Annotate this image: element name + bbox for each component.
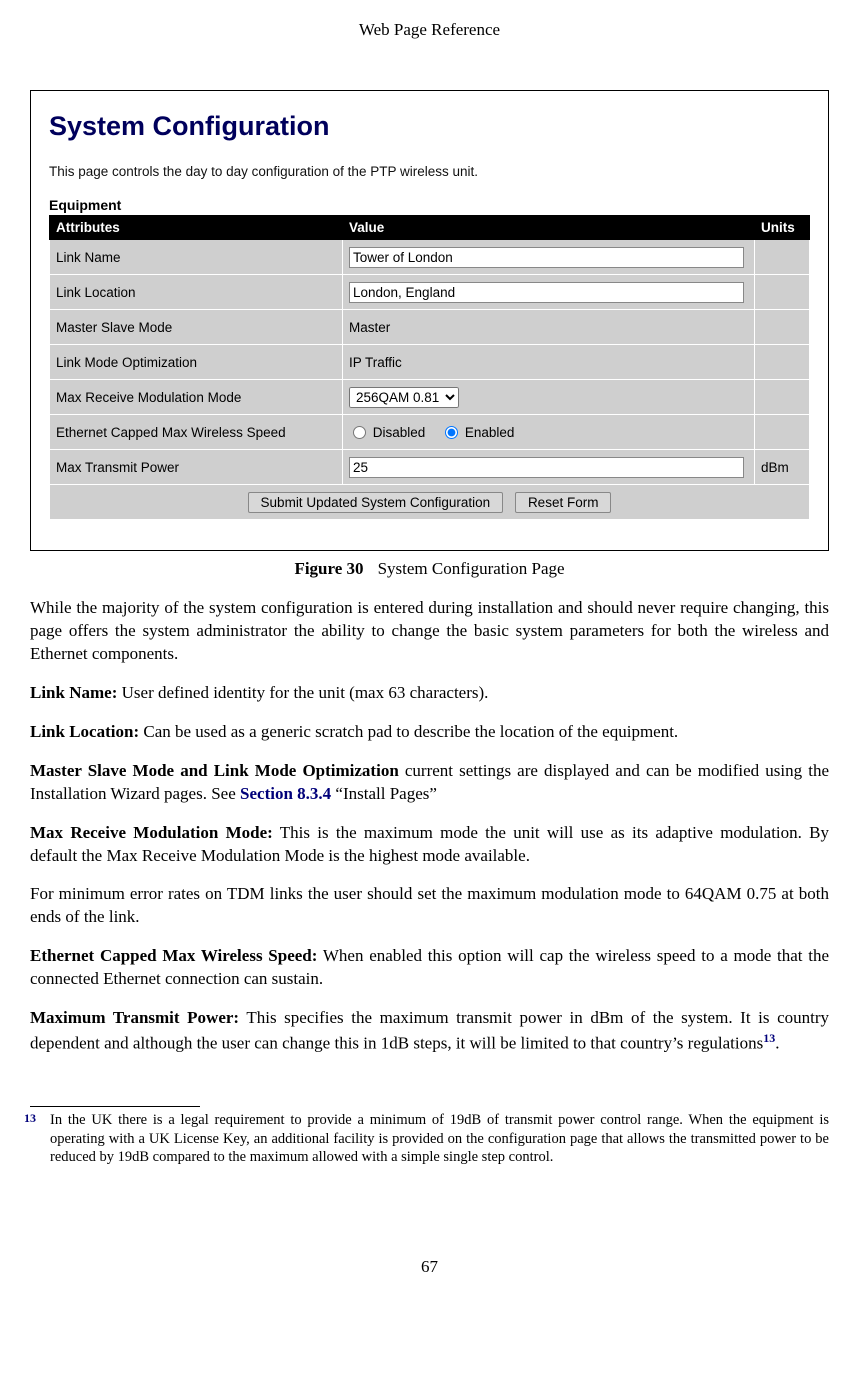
attr-link-name: Link Name (50, 240, 343, 275)
link-name-text: User defined identity for the unit (max … (117, 683, 488, 702)
attr-link-mode-opt: Link Mode Optimization (50, 345, 343, 380)
table-row: Max Transmit Power dBm (50, 450, 810, 485)
table-row: Link Mode Optimization IP Traffic (50, 345, 810, 380)
unit-max-rx-mod (755, 380, 810, 415)
link-location-term: Link Location: (30, 722, 139, 741)
max-rx-mod-select[interactable]: 256QAM 0.81 (349, 387, 459, 408)
link-name-term: Link Name: (30, 683, 117, 702)
eth-enabled-label: Enabled (465, 425, 515, 440)
footnote-text: In the UK there is a legal requirement t… (50, 1112, 829, 1166)
eth-paragraph: Ethernet Capped Max Wireless Speed: When… (30, 945, 829, 991)
max-rx-paragraph: Max Receive Modulation Mode: This is the… (30, 822, 829, 868)
equipment-label: Equipment (49, 197, 810, 213)
footnote: 13 In the UK there is a legal requiremen… (30, 1111, 829, 1168)
th-units: Units (755, 216, 810, 240)
mslm-text2: “Install Pages” (331, 784, 437, 803)
eth-term: Ethernet Capped Max Wireless Speed: (30, 946, 317, 965)
submit-button[interactable]: Submit Updated System Configuration (248, 492, 504, 513)
page-header: Web Page Reference (30, 20, 829, 40)
tdm-paragraph: For minimum error rates on TDM links the… (30, 883, 829, 929)
value-link-mode-opt: IP Traffic (343, 345, 755, 380)
unit-max-tx-power: dBm (755, 450, 810, 485)
unit-link-location (755, 275, 810, 310)
footnote-ref[interactable]: 13 (763, 1031, 775, 1045)
th-value: Value (343, 216, 755, 240)
value-master-slave: Master (343, 310, 755, 345)
table-row: Link Location (50, 275, 810, 310)
table-row: Master Slave Mode Master (50, 310, 810, 345)
footnote-rule (30, 1106, 200, 1107)
table-row: Link Name (50, 240, 810, 275)
link-name-paragraph: Link Name: User defined identity for the… (30, 682, 829, 705)
unit-link-mode-opt (755, 345, 810, 380)
attr-eth-capped: Ethernet Capped Max Wireless Speed (50, 415, 343, 450)
page-number: 67 (30, 1257, 829, 1277)
figure-caption-text: System Configuration Page (378, 559, 565, 578)
maxtx-paragraph: Maximum Transmit Power: This specifies t… (30, 1007, 829, 1056)
mslm-term: Master Slave Mode and Link Mode Optimiza… (30, 761, 399, 780)
attr-link-location: Link Location (50, 275, 343, 310)
reset-button[interactable]: Reset Form (515, 492, 612, 513)
unit-link-name (755, 240, 810, 275)
button-row: Submit Updated System Configuration Rese… (50, 485, 810, 520)
mslm-paragraph: Master Slave Mode and Link Mode Optimiza… (30, 760, 829, 806)
eth-enabled-radio[interactable] (445, 426, 458, 439)
intro-paragraph: While the majority of the system configu… (30, 597, 829, 666)
section-xref[interactable]: Section 8.3.4 (240, 784, 331, 803)
maxtx-term: Maximum Transmit Power: (30, 1008, 239, 1027)
attr-master-slave: Master Slave Mode (50, 310, 343, 345)
maxtx-text2: . (775, 1034, 779, 1053)
unit-master-slave (755, 310, 810, 345)
th-attributes: Attributes (50, 216, 343, 240)
config-description: This page controls the day to day config… (49, 164, 810, 179)
table-row: Max Receive Modulation Mode 256QAM 0.81 (50, 380, 810, 415)
max-rx-term: Max Receive Modulation Mode: (30, 823, 273, 842)
link-location-input[interactable] (349, 282, 744, 303)
attr-max-tx-power: Max Transmit Power (50, 450, 343, 485)
eth-disabled-label: Disabled (373, 425, 426, 440)
footnote-mark: 13 (24, 1111, 36, 1127)
figure-label: Figure 30 (294, 559, 363, 578)
config-title: System Configuration (49, 111, 810, 142)
eth-disabled-radio[interactable] (353, 426, 366, 439)
link-name-input[interactable] (349, 247, 744, 268)
figure-frame: System Configuration This page controls … (30, 90, 829, 551)
eth-disabled-option[interactable]: Disabled (349, 425, 429, 440)
unit-eth-capped (755, 415, 810, 450)
eth-enabled-option[interactable]: Enabled (441, 425, 514, 440)
table-row: Ethernet Capped Max Wireless Speed Disab… (50, 415, 810, 450)
link-location-text: Can be used as a generic scratch pad to … (139, 722, 678, 741)
link-location-paragraph: Link Location: Can be used as a generic … (30, 721, 829, 744)
config-table: Attributes Value Units Link Name Link Lo… (49, 215, 810, 520)
figure-caption: Figure 30 System Configuration Page (30, 559, 829, 579)
max-tx-power-input[interactable] (349, 457, 744, 478)
attr-max-rx-mod: Max Receive Modulation Mode (50, 380, 343, 415)
